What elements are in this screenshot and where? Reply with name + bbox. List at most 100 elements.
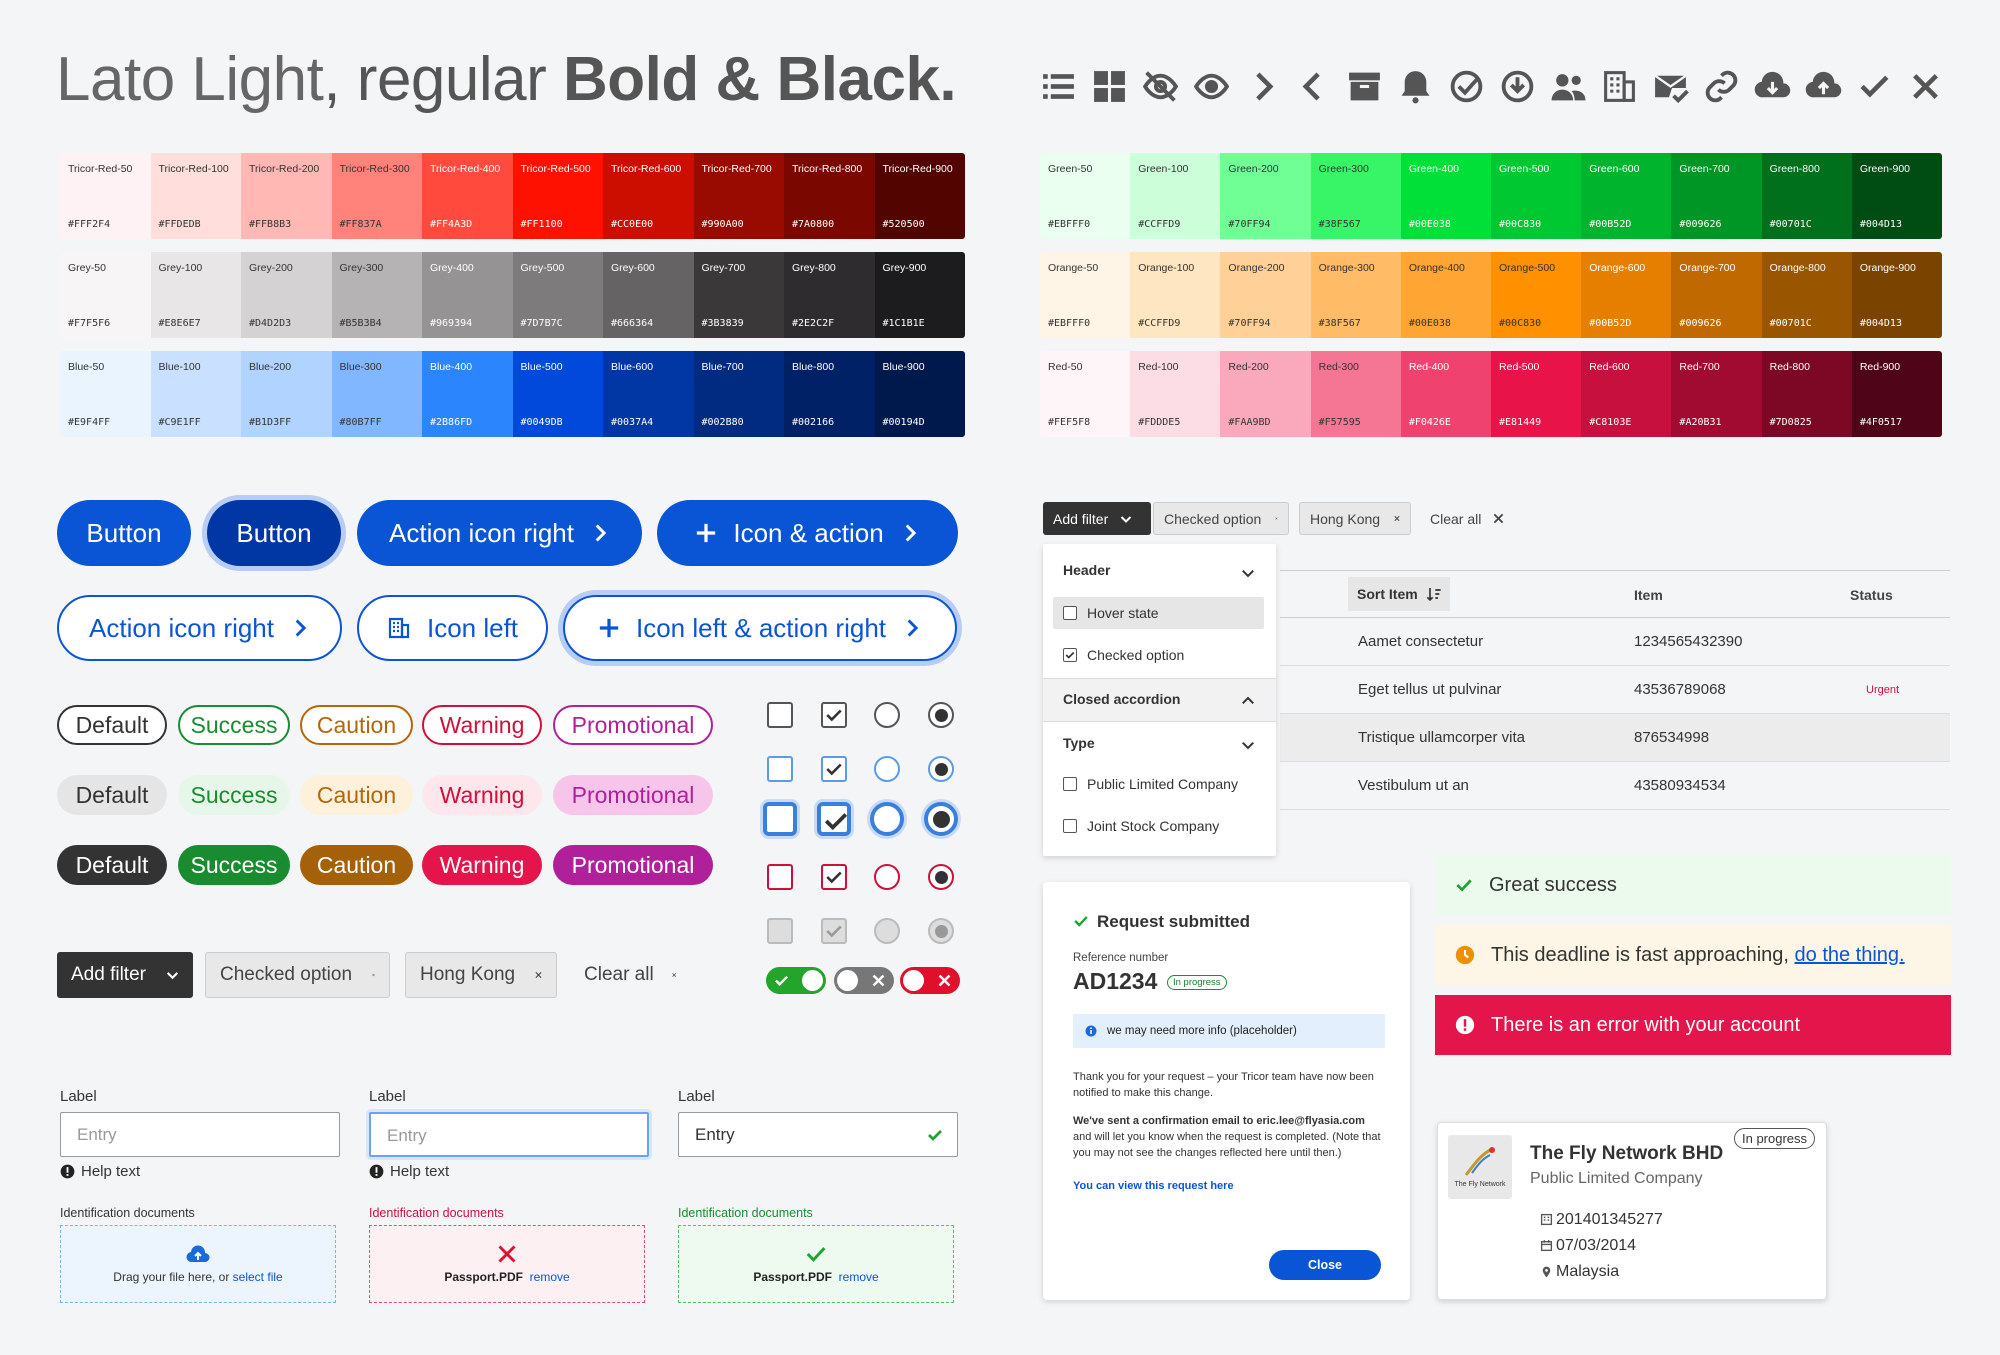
status-pill-default: Default bbox=[57, 775, 167, 815]
check-icon[interactable] bbox=[1856, 68, 1893, 105]
remove-link[interactable]: remove bbox=[839, 1270, 879, 1284]
checkbox-checked[interactable] bbox=[817, 802, 851, 836]
do-the-thing-link[interactable]: do the thing. bbox=[1795, 944, 1905, 966]
toggle-error[interactable] bbox=[900, 967, 960, 994]
radio-checked[interactable] bbox=[924, 802, 958, 836]
checkbox-checked[interactable] bbox=[821, 756, 847, 782]
checkbox-checked[interactable] bbox=[821, 918, 847, 944]
swatch-name: Green-600 bbox=[1589, 163, 1640, 175]
file-dropzone-error[interactable]: Passport.PDF remove bbox=[369, 1225, 645, 1303]
list-icon[interactable] bbox=[1040, 68, 1077, 105]
radio[interactable] bbox=[870, 802, 904, 836]
checkbox-checked[interactable] bbox=[1063, 648, 1077, 662]
action-icon-right-button[interactable]: Action icon right bbox=[357, 500, 642, 566]
entry-input-valid[interactable]: Entry bbox=[678, 1112, 958, 1157]
toggle-on[interactable] bbox=[766, 967, 826, 994]
action-icon-right-outline-button[interactable]: Action icon right bbox=[57, 595, 342, 661]
status-pill-success: Success bbox=[178, 705, 290, 745]
table-cell-sort-item: Eget tellus ut pulvinar bbox=[1358, 681, 1502, 698]
checkbox-checked[interactable] bbox=[821, 864, 847, 890]
primary-button-focused[interactable]: Button bbox=[207, 500, 341, 566]
filter-chip-hong-kong[interactable]: Hong Kong bbox=[1299, 502, 1411, 535]
checkbox[interactable] bbox=[763, 802, 797, 836]
color-swatch: Orange-300 #38F567 bbox=[1310, 252, 1401, 338]
radio-checked[interactable] bbox=[928, 702, 954, 728]
swatch-name: Red-900 bbox=[1859, 361, 1901, 373]
table-row[interactable]: Aamet consectetur 1234565432390 bbox=[1280, 618, 1950, 666]
add-filter-button[interactable]: Add filter bbox=[1043, 502, 1151, 535]
icon-left-action-right-button[interactable]: Icon left & action right bbox=[563, 595, 957, 661]
radio[interactable] bbox=[874, 702, 900, 728]
entry-input[interactable]: Entry bbox=[60, 1112, 340, 1157]
checkbox[interactable] bbox=[1063, 777, 1077, 791]
checkbox[interactable] bbox=[1063, 819, 1077, 833]
link-icon[interactable] bbox=[1703, 68, 1740, 105]
chevron-up-icon[interactable] bbox=[1241, 694, 1255, 708]
clear-all-button[interactable]: Clear all bbox=[1420, 502, 1520, 535]
close-icon[interactable] bbox=[1275, 513, 1278, 524]
remove-link[interactable]: remove bbox=[530, 1270, 570, 1284]
chevron-down-icon[interactable] bbox=[1241, 566, 1255, 580]
company-card[interactable]: The Fly Network The Fly Network BHD In p… bbox=[1437, 1122, 1827, 1300]
checkbox-checked[interactable] bbox=[821, 702, 847, 728]
radio[interactable] bbox=[874, 864, 900, 890]
checkbox[interactable] bbox=[767, 702, 793, 728]
eye-icon[interactable] bbox=[1193, 68, 1230, 105]
icon-left-outline-button[interactable]: Icon left bbox=[357, 595, 548, 661]
chevron-down-icon[interactable] bbox=[1241, 738, 1255, 752]
radio-checked[interactable] bbox=[928, 864, 954, 890]
accordion-header-type[interactable]: Type bbox=[1063, 735, 1095, 751]
view-request-link[interactable]: You can view this request here bbox=[1073, 1180, 1234, 1192]
swatch-hex: #7D7B7C bbox=[520, 318, 563, 329]
cloud-upload-icon[interactable] bbox=[1805, 68, 1842, 105]
close-icon[interactable] bbox=[372, 968, 375, 982]
table-row[interactable]: Tristique ullamcorper vita 876534998 bbox=[1280, 714, 1950, 762]
filter-chip-checked-option[interactable]: Checked option bbox=[205, 952, 390, 998]
checkbox[interactable] bbox=[767, 864, 793, 890]
download-circle-icon[interactable] bbox=[1499, 68, 1536, 105]
close-button[interactable]: Close bbox=[1269, 1250, 1381, 1280]
eye-off-icon[interactable] bbox=[1142, 68, 1179, 105]
close-icon[interactable] bbox=[1907, 68, 1944, 105]
color-swatch: Grey-500 #7D7B7C bbox=[512, 252, 603, 338]
table-row[interactable]: Vestibulum ut an 43580934534 bbox=[1280, 762, 1950, 810]
company-type: Public Limited Company bbox=[1530, 1170, 1703, 1187]
select-file-link[interactable]: select file bbox=[233, 1270, 283, 1284]
add-filter-button[interactable]: Add filter bbox=[57, 952, 193, 998]
icon-action-button[interactable]: Icon & action bbox=[657, 500, 958, 566]
filter-chip-checked-option[interactable]: Checked option bbox=[1153, 502, 1289, 535]
bell-icon[interactable] bbox=[1397, 68, 1434, 105]
cloud-download-icon[interactable] bbox=[1754, 68, 1791, 105]
checkbox[interactable] bbox=[1063, 606, 1077, 620]
swatch-name: Blue-600 bbox=[611, 361, 654, 373]
close-icon[interactable] bbox=[1394, 513, 1400, 524]
radio-checked[interactable] bbox=[928, 918, 954, 944]
radio-checked[interactable] bbox=[928, 756, 954, 782]
checkbox[interactable] bbox=[767, 756, 793, 782]
primary-button[interactable]: Button bbox=[57, 500, 191, 566]
toggle-off[interactable] bbox=[834, 967, 894, 994]
table-row[interactable]: Eget tellus ut pulvinar 43536789068 Urgent bbox=[1280, 666, 1950, 714]
sort-item-button[interactable]: Sort Item bbox=[1348, 577, 1450, 611]
close-icon[interactable] bbox=[535, 968, 542, 982]
entry-input-focused[interactable]: Entry bbox=[369, 1112, 649, 1157]
filter-chip-hong-kong[interactable]: Hong Kong bbox=[405, 952, 557, 998]
swatch-hex: #70FF94 bbox=[1228, 219, 1271, 230]
file-dropzone[interactable]: Drag your file here, or select file bbox=[60, 1225, 336, 1303]
check-circle-icon[interactable] bbox=[1448, 68, 1485, 105]
chevron-left-icon[interactable] bbox=[1295, 68, 1332, 105]
mail-check-icon[interactable] bbox=[1652, 68, 1689, 105]
accordion-header[interactable]: Header bbox=[1063, 562, 1110, 578]
archive-icon[interactable] bbox=[1346, 68, 1383, 105]
file-dropzone-success[interactable]: Passport.PDF remove bbox=[678, 1225, 954, 1303]
building-icon[interactable] bbox=[1601, 68, 1638, 105]
grid-icon[interactable] bbox=[1091, 68, 1128, 105]
checkbox[interactable] bbox=[767, 918, 793, 944]
color-swatch: Grey-800 #2E2C2F bbox=[784, 252, 875, 338]
radio[interactable] bbox=[874, 918, 900, 944]
chevron-right-icon bbox=[905, 524, 916, 542]
chevron-right-icon[interactable] bbox=[1244, 68, 1281, 105]
users-icon[interactable] bbox=[1550, 68, 1587, 105]
radio[interactable] bbox=[874, 756, 900, 782]
clear-all-button[interactable]: Clear all bbox=[570, 952, 690, 998]
